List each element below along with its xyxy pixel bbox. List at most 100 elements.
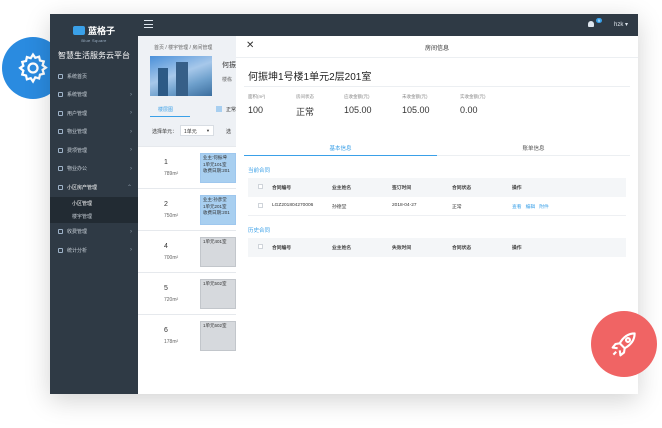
column-header: 合同状态 [452, 246, 472, 251]
history-contract-table: 合同编号 业主姓名 失效时间 合同状态 操作 [248, 238, 626, 257]
notification-badge: 9 [595, 18, 602, 23]
tab-indicator [244, 155, 437, 156]
platform-title: 智慧生活服务云平台 [58, 51, 130, 60]
sidebar-nav: 系统首页 系统管理 › 用户管理 › 物业管理 › 费项管理 › 物业办公 › 小区房产管… [50, 67, 138, 260]
unit-line: 1单元401室 [203, 239, 227, 244]
logo: 蓝格子 Blue Square [50, 14, 138, 52]
sidebar-submenu: 小区管理 楼宇管理 [50, 196, 138, 223]
floor-list: 1 789m² 业主:何振坤 1单元101室 收费日期:201 2 750m² … [138, 146, 236, 394]
building-icon [58, 129, 63, 135]
sidebar-subitem-building[interactable]: 楼宇管理 [50, 210, 138, 223]
edit-link[interactable]: 编辑 [526, 205, 536, 210]
sidebar-item-label: 物业办公 [67, 166, 88, 173]
room-title: 何振坤1号楼1单元2层201室 [248, 72, 372, 83]
sidebar-item-estate[interactable]: 小区房产管理 ⌃ [50, 178, 138, 197]
column-header: 业主姓名 [332, 246, 352, 251]
stat-label: 未收金额(元) [402, 94, 428, 99]
stat-value: 105.00 [344, 105, 372, 115]
unit-filter-label: 选择单元： [152, 129, 178, 135]
office-icon [58, 166, 63, 172]
floor-area: 720m² [164, 297, 179, 303]
floor-number: 6 [164, 327, 168, 334]
contract-code: LGZ201804270006 [272, 203, 314, 208]
sidebar-item-charges[interactable]: 收费管理 › [50, 223, 138, 242]
table-row: LGZ201804270006 孙德堂 2018-04-27 正常 查看 编辑 附件 [248, 197, 626, 216]
unit-line: 1单元602室 [203, 323, 227, 328]
panel-tabs: 基本信息 账单信息 [244, 140, 630, 156]
sidebar-subitem-community[interactable]: 小区管理 [50, 197, 138, 210]
unit-card[interactable]: 业主:何振坤 1单元101室 收费日期:201 [200, 153, 236, 183]
chevron-right-icon: › [130, 165, 132, 172]
stat-value: 105.00 [402, 105, 430, 115]
current-contract-table: 合同编号 业主姓名 签订时间 合同状态 操作 LGZ201804270006 孙… [248, 178, 626, 216]
column-header: 业主姓名 [332, 186, 352, 191]
sidebar-item-stats[interactable]: 统计分析 › [50, 241, 138, 260]
stat-value: 0.00 [460, 105, 478, 115]
sidebar-item-office[interactable]: 物业办公 › [50, 160, 138, 179]
chevron-right-icon: › [130, 91, 132, 98]
select-all-checkbox[interactable] [258, 244, 263, 249]
user-menu[interactable]: hzk ▾ [614, 21, 628, 28]
row-checkbox[interactable] [258, 203, 263, 208]
stat-value: 正常 [296, 107, 315, 117]
attachment-link[interactable]: 附件 [539, 205, 549, 210]
brand-name: 蓝格子 [87, 25, 115, 36]
tab-basic-info[interactable]: 基本信息 [244, 144, 437, 152]
unit-line: 收费日期:201 [203, 210, 230, 215]
bell-icon[interactable] [588, 21, 594, 27]
table-header-row: 合同编号 业主姓名 签订时间 合同状态 操作 [248, 178, 626, 197]
tab-indicator [150, 116, 190, 117]
column-header: 合同编号 [272, 246, 292, 251]
tab-floor-plan[interactable]: 楼层图 [158, 106, 173, 113]
sidebar-item-label: 收费管理 [67, 229, 88, 236]
column-header: 操作 [512, 186, 522, 191]
chevron-up-icon: ⌃ [126, 184, 132, 191]
floor-row: 2 750m² 业主:孙彦堂 1单元201室 收费日期:201 [138, 188, 236, 230]
floor-area: 700m² [164, 255, 179, 261]
floor-number: 1 [164, 159, 168, 166]
logo-mark-icon [72, 25, 85, 35]
floor-area: 750m² [164, 213, 179, 219]
sidebar-item-label: 小区房产管理 [67, 184, 98, 191]
fee-icon [58, 147, 63, 153]
topbar: 9 hzk ▾ [138, 14, 638, 36]
user-icon [58, 110, 63, 116]
tab-bill-info[interactable]: 账单信息 [437, 144, 630, 152]
sidebar-item-label: 系统管理 [67, 92, 88, 99]
home-icon [58, 73, 63, 79]
unit-select[interactable]: 1单元 ▼ [180, 125, 214, 136]
sidebar-item-users[interactable]: 用户管理 › [50, 104, 138, 123]
stat-status: 房间状态 正常 [296, 94, 314, 118]
stat-label: 实收金额(元) [460, 94, 486, 99]
column-header: 操作 [512, 246, 522, 251]
unit-card[interactable]: 1单元602室 [200, 321, 236, 351]
sidebar-item-home[interactable]: 系统首页 [50, 67, 138, 86]
filter2-label: 选 [226, 129, 232, 135]
unit-card[interactable]: 业主:孙彦堂 1单元201室 收费日期:201 [200, 195, 236, 225]
sidebar-item-system[interactable]: 系统管理 › [50, 86, 138, 105]
unit-select-value: 1单元 [184, 129, 197, 135]
chevron-right-icon: › [130, 147, 132, 154]
sidebar: 蓝格子 Blue Square 智慧生活服务云平台 系统首页 系统管理 › 用户管… [50, 14, 138, 394]
select-all-checkbox[interactable] [258, 184, 263, 189]
stat-unpaid: 未收金额(元) 105.00 [402, 94, 430, 115]
floor-row: 6 178m² 1单元602室 [138, 314, 236, 356]
launch-badge [591, 311, 657, 377]
chevron-right-icon: › [130, 228, 132, 235]
unit-card[interactable]: 1单元502室 [200, 279, 236, 309]
unit-line: 1单元502室 [203, 281, 227, 286]
home-icon [58, 184, 63, 190]
menu-toggle-icon[interactable] [144, 20, 153, 28]
view-link[interactable]: 查看 [512, 205, 522, 210]
history-contract-label: 历史合同 [248, 228, 271, 234]
floor-number: 5 [164, 285, 168, 292]
unit-card[interactable]: 1单元401室 [200, 237, 236, 267]
gear-icon [18, 52, 48, 84]
floor-row: 5 720m² 1单元502室 [138, 272, 236, 314]
floor-area: 178m² [164, 339, 179, 345]
chart-icon [58, 247, 63, 253]
legend-swatch [216, 106, 222, 112]
sidebar-item-fees[interactable]: 费项管理 › [50, 141, 138, 160]
sidebar-item-property[interactable]: 物业管理 › [50, 123, 138, 142]
rocket-icon [611, 332, 636, 357]
